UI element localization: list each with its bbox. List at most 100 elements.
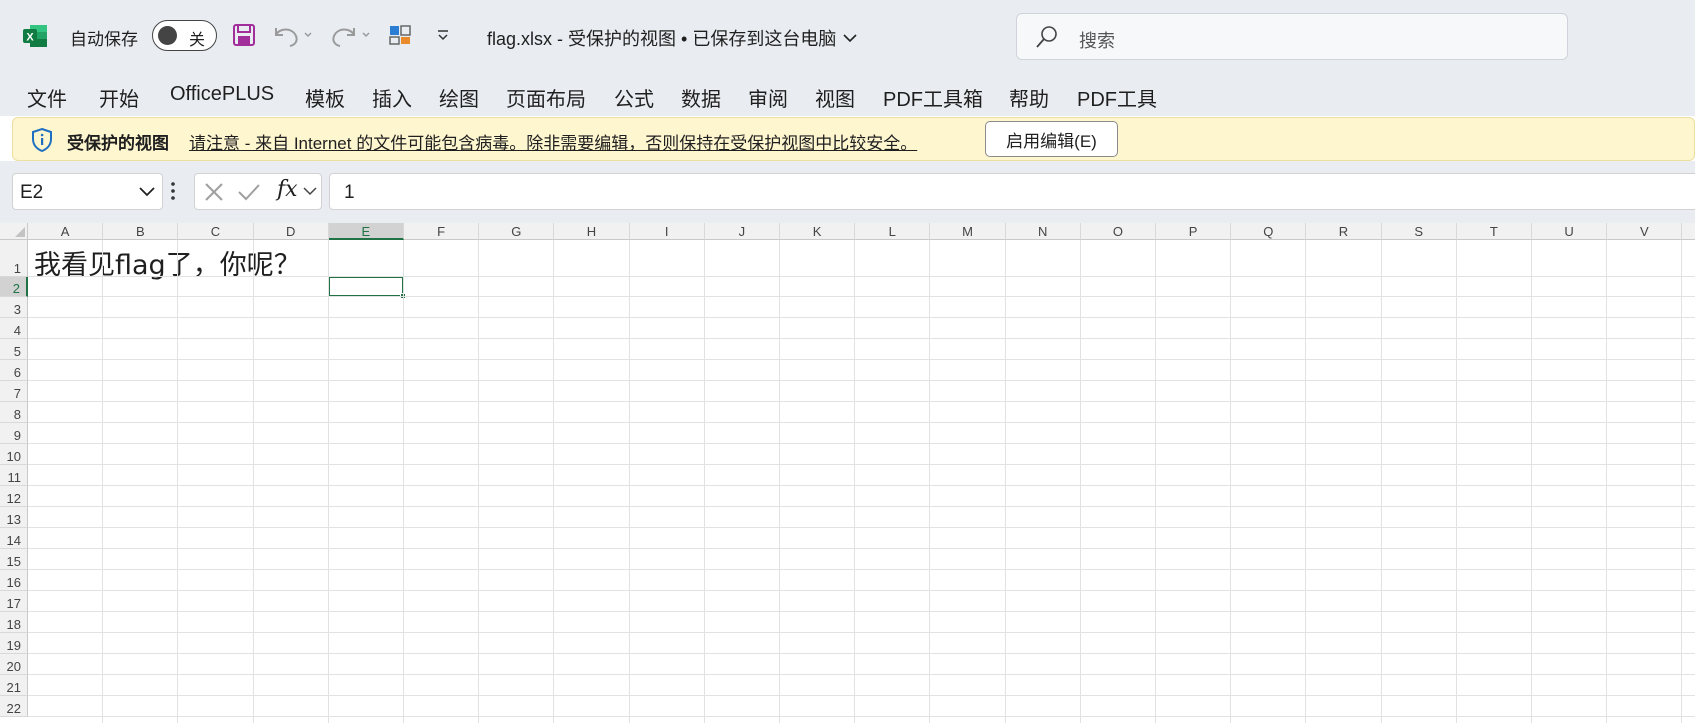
- banner-message-link[interactable]: 请注意 - 来自 Internet 的文件可能包含病毒。除非需要编辑，否则保持在…: [189, 129, 917, 154]
- row-header-8[interactable]: 8: [0, 402, 28, 423]
- column-header-f[interactable]: F: [404, 223, 480, 240]
- gridline-vertical: [102, 240, 104, 723]
- tab-insert[interactable]: 插入: [372, 83, 412, 112]
- customize-toolbar-icon[interactable]: [432, 20, 454, 50]
- gridline-vertical: [478, 240, 480, 723]
- name-box[interactable]: E2: [12, 173, 163, 210]
- column-header-partial[interactable]: [1682, 223, 1695, 240]
- gridline-horizontal: [28, 485, 1695, 486]
- tab-file[interactable]: 文件: [27, 83, 67, 112]
- column-header-p[interactable]: P: [1156, 223, 1232, 240]
- gridline-horizontal: [28, 590, 1695, 591]
- cancel-icon[interactable]: [203, 181, 225, 203]
- column-header-m[interactable]: M: [930, 223, 1006, 240]
- tab-templates[interactable]: 模板: [305, 83, 345, 112]
- enable-editing-button[interactable]: 启用编辑(E): [985, 121, 1118, 157]
- gridline-horizontal: [28, 338, 1695, 339]
- tab-formulas[interactable]: 公式: [614, 83, 654, 112]
- undo-icon[interactable]: [270, 20, 314, 50]
- column-header-t[interactable]: T: [1456, 223, 1532, 240]
- row-header-4[interactable]: 4: [0, 318, 28, 339]
- row-header-13[interactable]: 13: [0, 507, 28, 528]
- column-header-b[interactable]: B: [103, 223, 179, 240]
- column-header-j[interactable]: J: [704, 223, 780, 240]
- enter-check-icon[interactable]: [237, 181, 261, 203]
- gridline-horizontal: [28, 548, 1695, 549]
- column-header-s[interactable]: S: [1381, 223, 1457, 240]
- column-header-c[interactable]: C: [178, 223, 254, 240]
- row-header-22[interactable]: 22: [0, 696, 28, 717]
- gridline-vertical: [1531, 240, 1532, 723]
- column-header-d[interactable]: D: [253, 223, 329, 240]
- save-icon[interactable]: [231, 20, 257, 50]
- column-header-k[interactable]: K: [780, 223, 856, 240]
- column-header-h[interactable]: H: [554, 223, 630, 240]
- row-header-1[interactable]: 1: [0, 240, 28, 277]
- gridline-vertical: [779, 240, 780, 723]
- insert-function-icon[interactable]: fx: [277, 177, 298, 202]
- row-header-15[interactable]: 15: [0, 549, 28, 570]
- row-header-6[interactable]: 6: [0, 360, 28, 381]
- tab-home[interactable]: 开始: [99, 83, 139, 112]
- column-header-g[interactable]: G: [479, 223, 555, 240]
- tab-help[interactable]: 帮助: [1009, 83, 1049, 112]
- spreadsheet-grid[interactable]: 我看见flag了，你呢？ ABCDEFGHIJKLMNOPQRSTUV12345…: [0, 223, 1695, 723]
- row-header-17[interactable]: 17: [0, 591, 28, 612]
- document-title[interactable]: flag.xlsx - 受保护的视图 • 已保存到这台电脑: [487, 25, 858, 51]
- tab-pdf-toolbox[interactable]: PDF工具箱: [883, 83, 983, 112]
- more-options-icon[interactable]: [170, 181, 176, 201]
- ribbon-tabs: 文件 开始 OfficePLUS 模板 插入 绘图 页面布局 公式 数据 审阅 …: [0, 72, 1695, 116]
- row-header-16[interactable]: 16: [0, 570, 28, 591]
- excel-app-icon[interactable]: X: [22, 23, 48, 49]
- row-header-5[interactable]: 5: [0, 339, 28, 360]
- column-header-n[interactable]: N: [1005, 223, 1081, 240]
- column-header-l[interactable]: L: [855, 223, 931, 240]
- chevron-down-icon[interactable]: [303, 185, 317, 197]
- row-header-11[interactable]: 11: [0, 465, 28, 486]
- gridline-horizontal: [28, 653, 1695, 654]
- column-header-a[interactable]: A: [28, 223, 104, 240]
- tab-review[interactable]: 审阅: [748, 83, 788, 112]
- gridline-vertical: [929, 240, 931, 723]
- select-all-corner[interactable]: [0, 223, 28, 240]
- column-header-e[interactable]: E: [328, 223, 404, 240]
- tab-view[interactable]: 视图: [815, 83, 855, 112]
- row-header-12[interactable]: 12: [0, 486, 28, 507]
- tab-officeplus[interactable]: OfficePLUS: [170, 83, 274, 106]
- redo-icon[interactable]: [328, 20, 372, 50]
- autosave-toggle[interactable]: 关: [152, 20, 217, 51]
- tab-pdf-tools[interactable]: PDF工具: [1077, 83, 1157, 112]
- column-header-r[interactable]: R: [1306, 223, 1382, 240]
- active-cell-e2[interactable]: [327, 276, 406, 299]
- gridline-vertical: [1230, 240, 1232, 723]
- row-header-20[interactable]: 20: [0, 654, 28, 675]
- formula-input[interactable]: 1: [329, 173, 1695, 210]
- column-header-v[interactable]: V: [1607, 223, 1683, 240]
- svg-text:X: X: [26, 32, 34, 44]
- chevron-down-icon[interactable]: [138, 184, 156, 200]
- column-header-i[interactable]: I: [629, 223, 705, 240]
- row-header-21[interactable]: 21: [0, 675, 28, 696]
- tab-page-layout[interactable]: 页面布局: [506, 83, 586, 112]
- gridline-horizontal: [28, 317, 1695, 318]
- column-header-u[interactable]: U: [1532, 223, 1608, 240]
- search-box[interactable]: 搜索: [1016, 13, 1568, 60]
- row-header-9[interactable]: 9: [0, 423, 28, 444]
- row-header-2[interactable]: 2: [0, 277, 28, 297]
- tab-data[interactable]: 数据: [681, 83, 721, 112]
- tab-draw[interactable]: 绘图: [439, 83, 479, 112]
- protected-view-banner: 受保护的视图 请注意 - 来自 Internet 的文件可能包含病毒。除非需要编…: [12, 117, 1695, 161]
- row-header-10[interactable]: 10: [0, 444, 28, 465]
- toggle-knob: [158, 26, 177, 45]
- row-header-18[interactable]: 18: [0, 612, 28, 633]
- gridline-horizontal: [28, 296, 1695, 297]
- name-box-value: E2: [20, 182, 44, 203]
- column-header-q[interactable]: Q: [1231, 223, 1307, 240]
- row-header-14[interactable]: 14: [0, 528, 28, 549]
- row-header-3[interactable]: 3: [0, 297, 28, 318]
- row-header-7[interactable]: 7: [0, 381, 28, 402]
- quick-access-icon[interactable]: [387, 20, 413, 50]
- title-bar: X 自动保存 关 flag.xlsx - 受保护的视图 • 已保存到这台电脑 搜…: [0, 0, 1695, 72]
- row-header-19[interactable]: 19: [0, 633, 28, 654]
- column-header-o[interactable]: O: [1080, 223, 1156, 240]
